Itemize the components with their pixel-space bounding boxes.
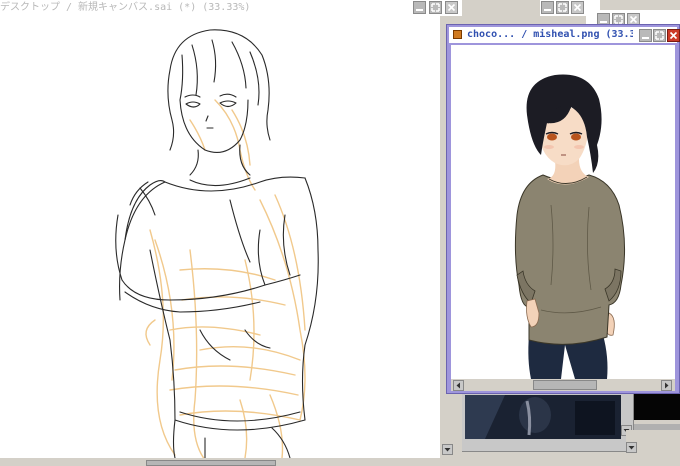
maximize-icon [558, 3, 567, 12]
background-scrollbar-right[interactable] [626, 430, 680, 466]
reference-window-title: / misheal.png (33.33%) [521, 29, 633, 40]
drawing-canvas[interactable] [0, 16, 440, 458]
reference-app-name: choco... [467, 29, 516, 40]
maximize-icon [431, 3, 440, 12]
dark-backdrop [634, 394, 680, 420]
minimize-button[interactable] [639, 29, 652, 42]
scroll-left-button[interactable] [453, 380, 464, 391]
scroll-right-button[interactable] [661, 380, 672, 391]
reference-horizontal-scrollbar[interactable] [451, 379, 675, 391]
minimize-icon [416, 9, 423, 11]
close-button[interactable] [667, 29, 680, 42]
close-icon [573, 3, 582, 12]
canvas-window[interactable]: デスクトップ / 新規キャンバス.sai (*) (33.33%) [0, 0, 462, 466]
minimize-icon [642, 37, 649, 39]
maximize-button[interactable] [429, 1, 442, 14]
background-window-bottom[interactable] [460, 392, 634, 452]
scroll-down-button[interactable] [626, 442, 637, 453]
image-file-icon [453, 30, 462, 39]
scroll-down-button[interactable] [442, 444, 453, 455]
arrow-right-icon [665, 382, 669, 389]
photo-preview [465, 395, 621, 439]
close-button[interactable] [445, 1, 458, 14]
arrow-left-icon [456, 382, 460, 389]
maximize-icon [655, 31, 664, 40]
reference-window-titlebar[interactable]: choco... / misheal.png (33.33%) [449, 27, 680, 43]
arrow-down-icon [444, 448, 451, 452]
maximize-button[interactable] [556, 1, 569, 14]
scroll-thumb[interactable] [146, 460, 276, 466]
reference-window[interactable]: choco... / misheal.png (33.33%) [446, 24, 680, 394]
minimize-button[interactable] [541, 1, 554, 14]
reference-image[interactable] [451, 45, 675, 379]
minimize-icon [544, 9, 551, 11]
maximize-button[interactable] [653, 29, 666, 42]
close-button[interactable] [571, 1, 584, 14]
arrow-down-icon [628, 446, 635, 450]
minimize-button[interactable] [413, 1, 426, 14]
canvas-horizontal-scrollbar[interactable] [0, 458, 462, 466]
photo-preview-image [465, 395, 621, 439]
canvas-window-title: デスクトップ / 新規キャンバス.sai (*) (33.33%) [0, 2, 251, 13]
close-icon [669, 31, 678, 40]
close-icon [447, 3, 456, 12]
scroll-thumb[interactable] [533, 380, 597, 390]
canvas-window-titlebar[interactable]: デスクトップ / 新規キャンバス.sai (*) (33.33%) [0, 0, 462, 15]
